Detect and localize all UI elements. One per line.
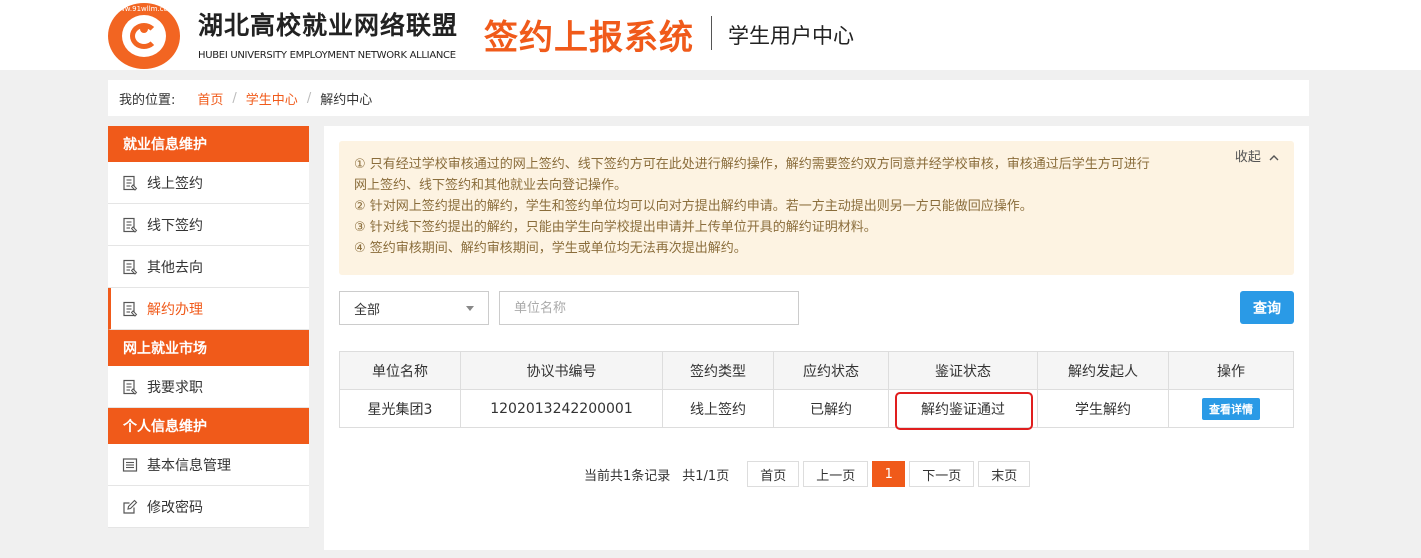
document-list-icon	[122, 175, 138, 191]
status-filter-select[interactable]: 全部	[339, 291, 489, 325]
cell-sign-type: 线上签约	[662, 389, 774, 428]
document-list-icon	[122, 379, 138, 395]
chevron-up-icon	[1265, 150, 1280, 165]
main-panel: ① 只有经过学校审核通过的网上签约、线下签约方可在此处进行解约操作，解约需要签约…	[324, 126, 1309, 550]
sidebar-item-label: 其他去向	[147, 259, 203, 276]
breadcrumb-label: 我的位置:	[119, 92, 176, 108]
sidebar-item-other-destination[interactable]: 其他去向	[108, 246, 309, 288]
breadcrumb: 我的位置: 首页 / 学生中心 / 解约中心	[108, 80, 1309, 116]
sidebar-group-job-market: 网上就业市场	[108, 330, 309, 366]
notice-line: ④ 签约审核期间、解约审核期间，学生或单位均无法再次提出解约。	[354, 241, 747, 256]
brand-name-en: HUBEI UNIVERSITY EMPLOYMENT NETWORK ALLI…	[198, 50, 456, 61]
pager-current-page[interactable]: 1	[872, 461, 906, 487]
header: www.91wllm.com 湖北高校就业网络联盟 HUBEI UNIVERSI…	[0, 0, 1421, 70]
pager-pages-text: 共1/1页	[682, 468, 730, 484]
table-header-row: 单位名称 协议书编号 签约类型 应约状态 鉴证状态 解约发起人 操作	[339, 351, 1294, 390]
sidebar-item-label: 修改密码	[147, 499, 203, 516]
breadcrumb-separator: /	[306, 90, 312, 106]
pager-next-button[interactable]: 下一页	[909, 461, 975, 487]
cell-company: 星光集团3	[339, 389, 461, 428]
brand-name-cn: 湖北高校就业网络联盟	[198, 11, 459, 40]
pagination: 当前共1条记录 共1/1页 首页 上一页 1 下一页 末页	[584, 461, 1034, 487]
notice-line: 网上签约、线下签约和其他就业去向登记操作。	[354, 178, 628, 193]
user-center-title: 学生用户中心	[728, 24, 854, 48]
pager-prev-button[interactable]: 上一页	[803, 461, 869, 487]
sidebar-item-label: 线下签约	[147, 217, 203, 234]
query-button[interactable]: 查询	[1240, 291, 1294, 324]
sidebar-item-basic-info[interactable]: 基本信息管理	[108, 444, 309, 486]
sidebar-item-label: 线上签约	[147, 175, 203, 192]
cell-response-status: 已解约	[773, 389, 889, 428]
sidebar-item-label: 我要求职	[147, 379, 203, 396]
notice-line: ② 针对网上签约提出的解约，学生和签约单位均可以向对方提出解约申请。若一方主动提…	[354, 199, 1033, 214]
sidebar: 就业信息维护 线上签约 线下签约 其他去向 解约办理 网上就业市场 我要求职 个…	[108, 126, 309, 528]
logo-dot-icon	[140, 25, 148, 33]
system-title: 签约上报系统	[484, 18, 694, 58]
edit-pencil-icon	[122, 499, 138, 515]
document-list-icon	[122, 259, 138, 275]
company-name-input[interactable]	[499, 291, 799, 325]
breadcrumb-home-link[interactable]: 首页	[197, 89, 223, 108]
document-list-icon	[122, 217, 138, 233]
pager-total-text: 当前共1条记录	[584, 468, 671, 484]
title-divider	[711, 16, 712, 50]
profile-card-icon	[122, 457, 138, 473]
column-header: 单位名称	[339, 351, 461, 390]
view-details-button[interactable]: 查看详情	[1202, 397, 1260, 420]
column-header: 解约发起人	[1037, 351, 1169, 390]
sidebar-item-termination[interactable]: 解约办理	[108, 288, 309, 330]
sidebar-item-offline-signing[interactable]: 线下签约	[108, 204, 309, 246]
sidebar-item-label: 解约办理	[147, 301, 203, 318]
breadcrumb-separator: /	[232, 90, 237, 106]
collapse-label: 收起	[1234, 150, 1261, 165]
table-row: 星光集团3 1202013242200001 线上签约 已解约 解约鉴证通过 学…	[339, 389, 1294, 428]
cell-action: 查看详情	[1168, 389, 1294, 428]
sidebar-group-employment-info: 就业信息维护	[108, 126, 309, 162]
dropdown-arrow-icon	[466, 305, 474, 311]
notice-panel: ① 只有经过学校审核通过的网上签约、线下签约方可在此处进行解约操作，解约需要签约…	[339, 141, 1294, 275]
logo-emblem	[122, 15, 166, 57]
verify-status-highlight	[895, 392, 1033, 430]
sidebar-group-personal-info: 个人信息维护	[108, 408, 309, 444]
column-header: 应约状态	[773, 351, 889, 390]
column-header: 协议书编号	[460, 351, 663, 390]
column-header: 签约类型	[662, 351, 774, 390]
breadcrumb-current: 解约中心	[320, 92, 373, 108]
pager-last-button[interactable]: 末页	[978, 461, 1031, 487]
notice-line: ① 只有经过学校审核通过的网上签约、线下签约方可在此处进行解约操作，解约需要签约…	[354, 157, 1150, 172]
sidebar-item-label: 基本信息管理	[147, 457, 231, 474]
cell-initiator: 学生解约	[1037, 389, 1169, 428]
logo-ring-text: www.91wllm.com	[113, 5, 175, 13]
sidebar-item-online-signing[interactable]: 线上签约	[108, 162, 309, 204]
breadcrumb-student-center-link[interactable]: 学生中心	[246, 89, 298, 108]
status-filter-value: 全部	[354, 302, 381, 318]
pager-first-button[interactable]: 首页	[747, 461, 800, 487]
sidebar-item-job-seeking[interactable]: 我要求职	[108, 366, 309, 408]
collapse-button[interactable]: 收起	[1235, 147, 1280, 168]
termination-table: 单位名称 协议书编号 签约类型 应约状态 鉴证状态 解约发起人 操作 星光集团3…	[339, 351, 1294, 428]
notice-line: ③ 针对线下签约提出的解约，只能由学生向学校提出申请并上传单位开具的解约证明材料…	[354, 220, 877, 235]
cell-agreement-no: 1202013242200001	[460, 389, 663, 428]
column-header: 操作	[1168, 351, 1294, 390]
document-list-icon	[122, 301, 138, 317]
alliance-logo[interactable]: www.91wllm.com	[108, 3, 180, 69]
column-header: 鉴证状态	[888, 351, 1038, 390]
sidebar-item-change-password[interactable]: 修改密码	[108, 486, 309, 528]
